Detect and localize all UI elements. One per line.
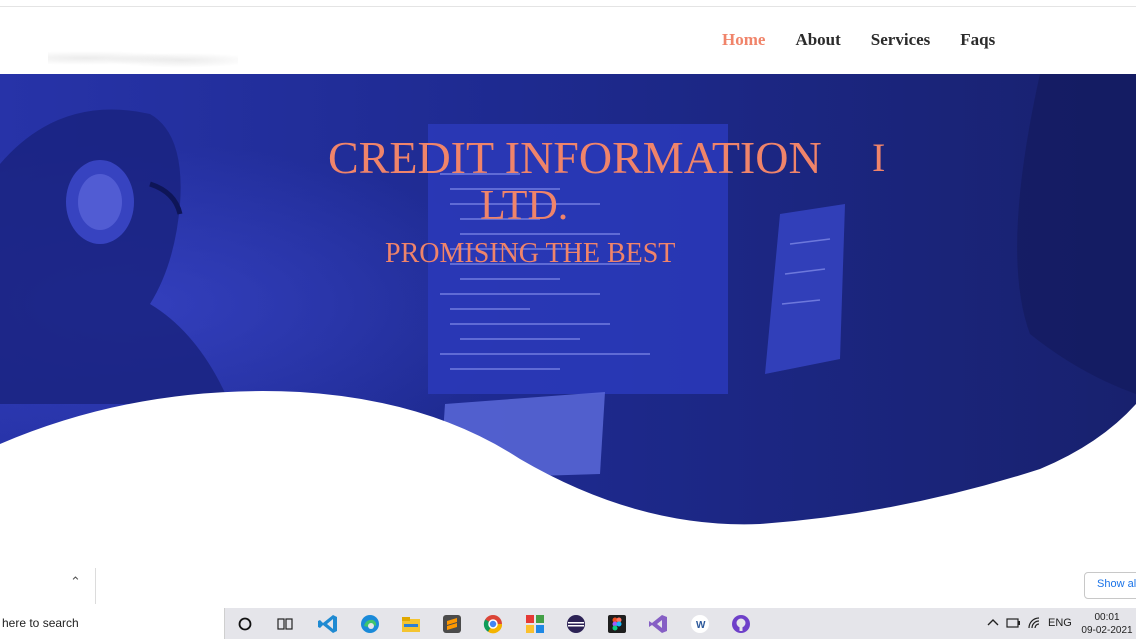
nav-link-services[interactable]: Services bbox=[871, 30, 930, 50]
nav-link-faqs[interactable]: Faqs bbox=[960, 30, 995, 50]
show-all-button[interactable]: Show all bbox=[1084, 572, 1136, 599]
clock-time: 00:01 bbox=[1094, 612, 1120, 623]
hero-title-continued: LTD. bbox=[480, 183, 569, 229]
visual-studio-icon[interactable] bbox=[647, 613, 669, 635]
chrome-icon[interactable] bbox=[482, 613, 504, 635]
site-logo[interactable] bbox=[48, 47, 238, 69]
text-cursor-glyph: I bbox=[872, 135, 886, 180]
eclipse-icon[interactable] bbox=[565, 613, 587, 635]
windows-taskbar: here to search W ENG 00:01 09-02-2021 bbox=[0, 608, 1136, 639]
cortana-icon[interactable] bbox=[234, 613, 256, 635]
file-explorer-icon[interactable] bbox=[400, 613, 422, 635]
browser-top-strip bbox=[0, 0, 1136, 7]
wifi-icon[interactable] bbox=[1027, 616, 1041, 633]
vscode-icon[interactable] bbox=[317, 613, 339, 635]
task-view-icon[interactable] bbox=[274, 613, 296, 635]
nav-link-about[interactable]: About bbox=[795, 30, 840, 50]
taskbar-clock[interactable]: 00:01 09-02-2021 bbox=[1078, 611, 1136, 637]
site-navbar: Home About Services Faqs bbox=[0, 7, 1136, 74]
hero-title: CREDIT INFORMATION bbox=[328, 132, 822, 183]
main-nav: Home About Services Faqs bbox=[722, 30, 1025, 50]
language-indicator[interactable]: ENG bbox=[1048, 617, 1072, 629]
browser-download-bar: ⌃ Show all bbox=[0, 566, 1136, 608]
edge-icon[interactable] bbox=[359, 613, 381, 635]
nav-link-home[interactable]: Home bbox=[722, 30, 765, 50]
chevron-up-tray-icon[interactable] bbox=[987, 616, 999, 631]
clock-date: 09-02-2021 bbox=[1081, 625, 1133, 636]
svg-text:W: W bbox=[696, 620, 706, 631]
app-grid-icon[interactable] bbox=[524, 613, 546, 635]
hero-tagline: PROMISING THE BEST bbox=[385, 238, 676, 269]
chevron-up-icon[interactable]: ⌃ bbox=[70, 575, 81, 590]
taskbar-search-input[interactable]: here to search bbox=[0, 608, 225, 639]
hero-banner: CREDIT INFORMATION I LTD. PROMISING THE … bbox=[0, 74, 1136, 534]
github-icon[interactable] bbox=[730, 613, 752, 635]
figma-icon[interactable] bbox=[606, 613, 628, 635]
word-icon[interactable]: W bbox=[689, 613, 711, 635]
battery-icon[interactable] bbox=[1006, 617, 1021, 632]
sublime-icon[interactable] bbox=[441, 613, 463, 635]
download-bar-divider bbox=[95, 568, 96, 604]
